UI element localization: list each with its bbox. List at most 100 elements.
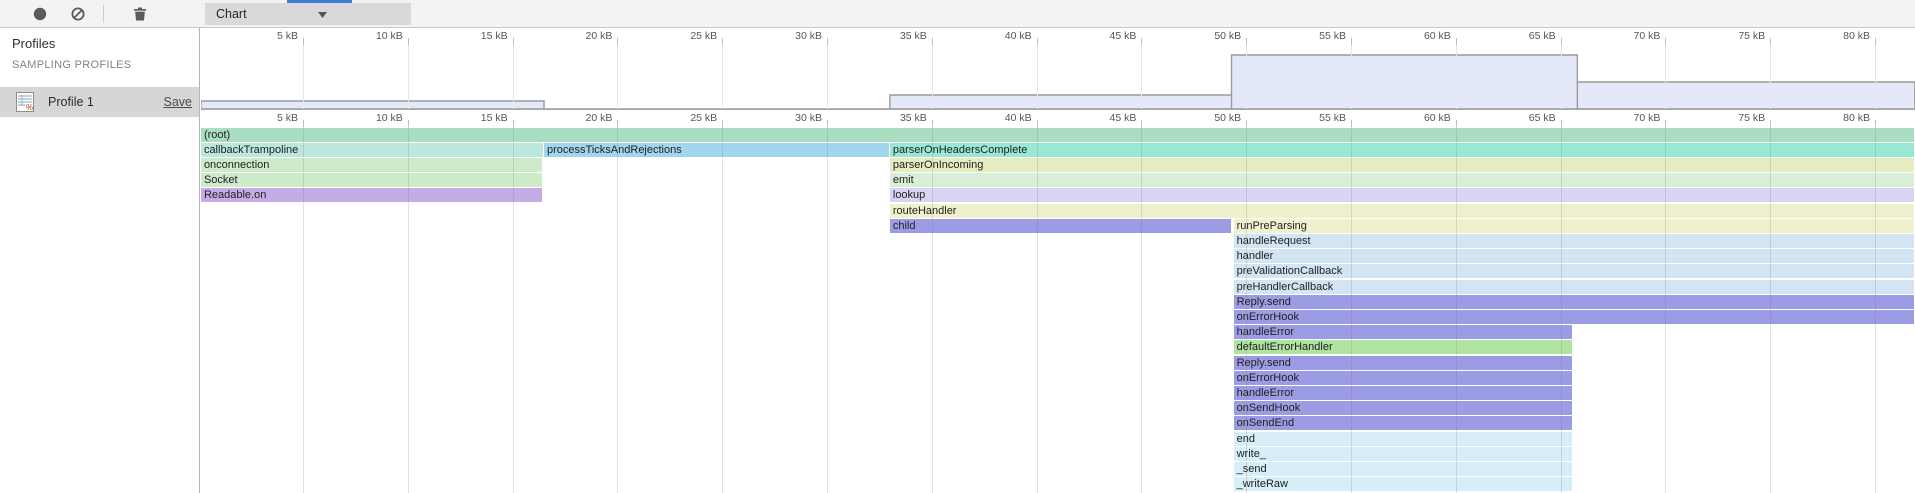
- record-icon: [32, 6, 48, 22]
- frame-label: preValidationCallback: [1237, 265, 1343, 277]
- ruler-tick-label: 50 kB: [1181, 112, 1241, 124]
- flame-frame[interactable]: Readable.on: [201, 188, 542, 202]
- flame-frame[interactable]: handleError: [1234, 325, 1573, 339]
- ruler-tick-mark: [1875, 38, 1876, 45]
- gridline: [303, 45, 304, 109]
- flame-frame[interactable]: Socket: [201, 173, 542, 187]
- frame-label: preHandlerCallback: [1237, 281, 1334, 293]
- ruler-tick-mark: [1665, 120, 1666, 127]
- sampling-profile-icon: %: [14, 91, 36, 113]
- ruler-tick-mark: [932, 120, 933, 127]
- ruler-tick-label: 50 kB: [1181, 30, 1241, 42]
- flame-frame[interactable]: runPreParsing: [1234, 219, 1914, 233]
- flame-frame[interactable]: onSendEnd: [1234, 416, 1573, 430]
- frame-label: handler: [1237, 250, 1274, 262]
- frame-label: parserOnIncoming: [893, 159, 984, 171]
- frame-label: Readable.on: [204, 189, 266, 201]
- ruler-tick-label: 65 kB: [1496, 112, 1556, 124]
- frame-label: emit: [893, 174, 914, 186]
- ruler-tick-label: 45 kB: [1076, 112, 1136, 124]
- gridline: [408, 45, 409, 109]
- gridline: [617, 45, 618, 109]
- frame-label: _writeRaw: [1237, 478, 1288, 490]
- flame-frame[interactable]: handleError: [1234, 386, 1573, 400]
- save-profile-link[interactable]: Save: [164, 95, 193, 109]
- frame-label: lookup: [893, 189, 925, 201]
- flame-frame[interactable]: onErrorHook: [1234, 371, 1573, 385]
- ruler-tick-label: 70 kB: [1600, 30, 1660, 42]
- ruler-tick-mark: [1561, 120, 1562, 127]
- flame-frame[interactable]: parserOnIncoming: [890, 158, 1914, 172]
- delete-profile-button[interactable]: [126, 0, 154, 28]
- flame-frame[interactable]: onErrorHook: [1234, 310, 1914, 324]
- ruler-tick-label: 5 kB: [238, 112, 298, 124]
- flame-frame[interactable]: handleRequest: [1234, 234, 1914, 248]
- ruler-tick-mark: [303, 38, 304, 45]
- flame-frame[interactable]: processTicksAndRejections: [544, 143, 889, 157]
- flame-frame[interactable]: preValidationCallback: [1234, 264, 1914, 278]
- ruler-tick-label: 65 kB: [1496, 30, 1556, 42]
- ruler-tick-label: 30 kB: [762, 112, 822, 124]
- profiles-sidebar: Profiles SAMPLING PROFILES % Profile 1 S…: [0, 28, 200, 493]
- flame-chart[interactable]: (root) callbackTrampolineprocessTicksAndR…: [201, 127, 1915, 493]
- frame-label: write_: [1237, 448, 1266, 460]
- ruler-tick-mark: [1246, 120, 1247, 127]
- flame-frame[interactable]: child: [890, 219, 1231, 233]
- ruler-tick-label: 60 kB: [1391, 112, 1451, 124]
- gridline: [1141, 45, 1142, 109]
- ruler-tick-label: 25 kB: [657, 112, 717, 124]
- flame-frame[interactable]: onSendHook: [1234, 401, 1573, 415]
- frame-label: onSendHook: [1237, 402, 1301, 414]
- ruler-tick-mark: [1456, 120, 1457, 127]
- flame-frame[interactable]: _writeRaw: [1234, 477, 1573, 491]
- flame-frame[interactable]: handler: [1234, 249, 1914, 263]
- ruler-tick-mark: [408, 120, 409, 127]
- ruler-tick-mark: [1037, 120, 1038, 127]
- clear-button[interactable]: [64, 0, 92, 28]
- flame-frame[interactable]: _send: [1234, 462, 1573, 476]
- flame-frame[interactable]: onconnection: [201, 158, 542, 172]
- ruler-tick-label: 20 kB: [552, 30, 612, 42]
- frame-label: Reply.send: [1237, 357, 1291, 369]
- flame-frame[interactable]: write_: [1234, 447, 1573, 461]
- flame-frame[interactable]: routeHandler: [890, 204, 1914, 218]
- gridline: [1770, 45, 1771, 109]
- flame-frame[interactable]: emit: [890, 173, 1914, 187]
- ruler-tick-mark: [1351, 120, 1352, 127]
- frame-label: onSendEnd: [1237, 417, 1295, 429]
- gridline: [513, 45, 514, 109]
- sampling-profiles-heading: SAMPLING PROFILES: [12, 59, 131, 71]
- overview-timeline[interactable]: [201, 45, 1915, 110]
- sidebar-item-profile-1[interactable]: % Profile 1 Save: [0, 87, 199, 117]
- ruler-tick-mark: [722, 38, 723, 45]
- ruler-tick-label: 35 kB: [867, 30, 927, 42]
- gridline: [1561, 45, 1562, 109]
- trash-icon: [132, 6, 148, 22]
- flamechart-ruler: 5 kB10 kB15 kB20 kB25 kB30 kB35 kB40 kB4…: [201, 110, 1915, 127]
- flame-frame[interactable]: callbackTrampoline: [201, 143, 543, 157]
- gridline: [1351, 45, 1352, 109]
- flame-frame[interactable]: Reply.send: [1234, 356, 1573, 370]
- ruler-tick-label: 10 kB: [343, 30, 403, 42]
- flame-frame[interactable]: Reply.send: [1234, 295, 1914, 309]
- ruler-tick-label: 55 kB: [1286, 30, 1346, 42]
- ruler-tick-mark: [1770, 38, 1771, 45]
- ruler-tick-mark: [1037, 38, 1038, 45]
- ruler-tick-mark: [722, 120, 723, 127]
- flame-frame[interactable]: lookup: [890, 188, 1914, 202]
- top-accent-bar: [287, 0, 352, 3]
- ruler-tick-label: 30 kB: [762, 30, 822, 42]
- flame-frame[interactable]: defaultErrorHandler: [1234, 340, 1573, 354]
- view-mode-select[interactable]: Chart: [205, 3, 411, 25]
- flame-frame[interactable]: (root): [201, 128, 1914, 142]
- frame-label: defaultErrorHandler: [1237, 341, 1333, 353]
- flame-frame[interactable]: preHandlerCallback: [1234, 280, 1914, 294]
- ruler-tick-label: 60 kB: [1391, 30, 1451, 42]
- flame-frame[interactable]: end: [1234, 432, 1573, 446]
- record-button[interactable]: [26, 0, 54, 28]
- flame-frame[interactable]: parserOnHeadersComplete: [890, 143, 1914, 157]
- gridline: [827, 45, 828, 109]
- ruler-tick-label: 80 kB: [1810, 112, 1870, 124]
- frame-label: (root): [204, 129, 230, 141]
- view-mode-value: Chart: [205, 7, 247, 21]
